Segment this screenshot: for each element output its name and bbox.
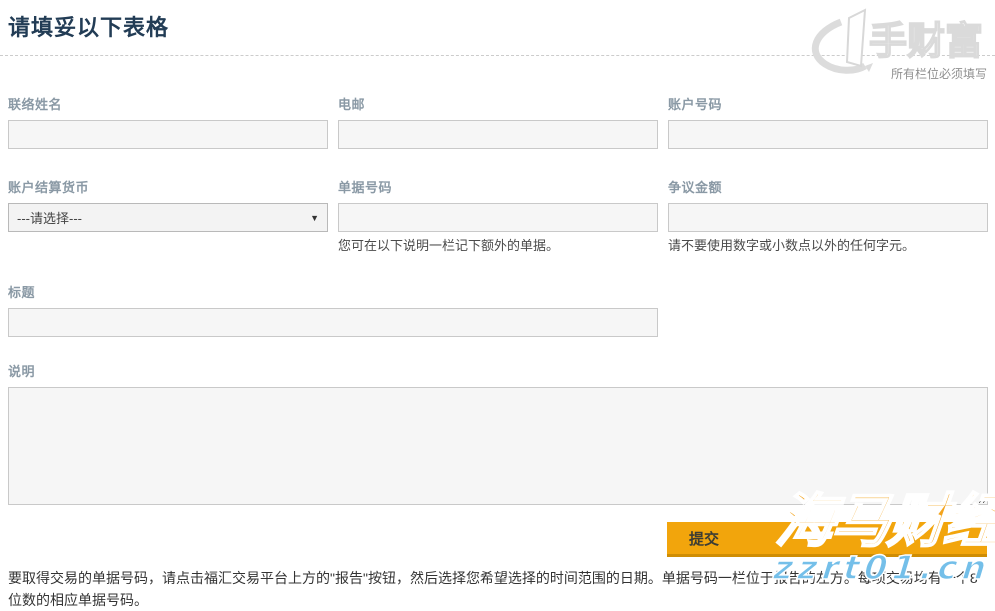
currency-label: 账户结算货币: [8, 177, 328, 196]
page-header: 请填妥以下表格: [0, 0, 995, 56]
description-label: 说明: [8, 361, 987, 380]
page-title: 请填妥以下表格: [0, 10, 995, 55]
form-row-2: 账户结算货币 ---请选择--- ▼ 单据号码 您可在以下说明一栏记下额外的单据…: [8, 177, 987, 254]
currency-selected-value: ---请选择---: [17, 208, 82, 227]
contact-name-field-group: 联络姓名: [8, 94, 328, 149]
submit-button[interactable]: 提交: [667, 522, 987, 557]
email-field-group: 电邮: [338, 94, 658, 149]
contact-name-label: 联络姓名: [8, 94, 328, 113]
dispute-amount-field-group: 争议金额 请不要使用数字或小数点以外的任何字元。: [668, 177, 988, 254]
subject-input[interactable]: [8, 308, 658, 337]
support-form: 联络姓名 电邮 账户号码 账户结算货币 ---请选择--- ▼ 单据号码 您可在…: [0, 94, 995, 557]
footer-instructions: 要取得交易的单据号码，请点击福汇交易平台上方的"报告"按钮，然后选择您希望选择的…: [0, 567, 995, 611]
dispute-amount-input[interactable]: [668, 203, 988, 232]
email-input[interactable]: [338, 120, 658, 149]
currency-select[interactable]: ---请选择--- ▼: [8, 203, 328, 232]
contact-name-input[interactable]: [8, 120, 328, 149]
currency-field-group: 账户结算货币 ---请选择--- ▼: [8, 177, 328, 254]
ticket-number-field-group: 单据号码 您可在以下说明一栏记下额外的单据。: [338, 177, 658, 254]
email-label: 电邮: [338, 94, 658, 113]
required-fields-note: 所有栏位必须填写: [0, 56, 995, 80]
description-textarea[interactable]: [8, 387, 988, 505]
form-row-1: 联络姓名 电邮 账户号码: [8, 94, 987, 149]
account-number-field-group: 账户号码: [668, 94, 988, 149]
subject-label: 标题: [8, 282, 987, 301]
dispute-amount-label: 争议金额: [668, 177, 988, 196]
dispute-amount-helper: 请不要使用数字或小数点以外的任何字元。: [668, 238, 988, 254]
form-row-3: 标题: [8, 282, 987, 337]
ticket-number-helper: 您可在以下说明一栏记下额外的单据。: [338, 238, 658, 254]
submit-row: 提交: [8, 522, 987, 557]
account-number-label: 账户号码: [668, 94, 988, 113]
form-row-4: 说明: [8, 361, 987, 510]
ticket-number-input[interactable]: [338, 203, 658, 232]
account-number-input[interactable]: [668, 120, 988, 149]
dropdown-arrow-icon: ▼: [310, 213, 319, 223]
ticket-number-label: 单据号码: [338, 177, 658, 196]
